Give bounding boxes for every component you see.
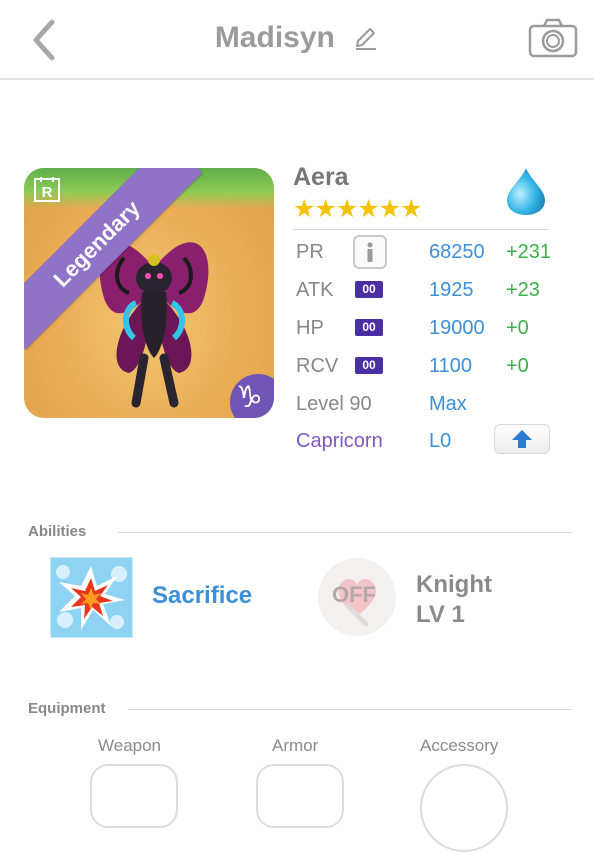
pencil-icon xyxy=(356,28,377,51)
weapon-label: Weapon xyxy=(98,736,162,755)
stat-value-atk: 1925 xyxy=(429,279,474,301)
stat-badge-rcv: 00 xyxy=(355,357,383,374)
info-icon xyxy=(367,242,373,262)
capricorn-icon: ♑ xyxy=(236,381,263,414)
divider xyxy=(293,229,549,230)
leader-skill-name: Knight xyxy=(416,571,492,598)
explosion-icon xyxy=(56,565,127,630)
edit-name-button[interactable] xyxy=(353,25,379,51)
zodiac-level: L0 xyxy=(429,430,452,452)
stat-badge-hp: 00 xyxy=(355,319,383,336)
armor-slot[interactable] xyxy=(256,764,344,828)
abilities-section-title: Abilities xyxy=(28,523,87,540)
upgrade-button[interactable] xyxy=(494,424,550,454)
camera-icon xyxy=(528,18,578,58)
stat-label-atk: ATK xyxy=(296,279,334,301)
skill-name: Sacrifice xyxy=(152,582,253,609)
armor-label: Armor xyxy=(272,736,319,755)
leader-skill-level: LV 1 xyxy=(416,601,465,628)
page-title-row: Madisyn xyxy=(0,20,594,55)
abilities-divider xyxy=(118,532,572,533)
stat-bonus-atk: +23 xyxy=(506,279,540,301)
equipment-section-title: Equipment xyxy=(28,700,106,717)
stat-bonus-rcv: +0 xyxy=(506,355,529,377)
water-drop-icon xyxy=(507,168,545,215)
leader-name-block: Knight LV 1 xyxy=(416,570,492,630)
arrow-up-icon xyxy=(512,430,532,448)
star-rating: ★★★★★★ xyxy=(293,195,422,223)
level-value: Max xyxy=(429,393,467,415)
info-button[interactable] xyxy=(353,235,387,269)
weapon-slot[interactable] xyxy=(90,764,178,828)
monster-card[interactable]: Legendary R ♑ xyxy=(24,168,274,418)
stat-value-pr: 68250 xyxy=(429,241,485,263)
svg-text:R: R xyxy=(42,184,53,201)
stat-label-pr: PR xyxy=(296,241,324,263)
zodiac-label: Capricorn xyxy=(296,430,383,452)
monster-name: Aera xyxy=(293,163,349,191)
rarity-r-icon: R xyxy=(34,177,60,202)
accessory-slot[interactable] xyxy=(420,764,508,852)
stat-value-rcv: 1100 xyxy=(429,355,473,377)
equipment-divider xyxy=(128,709,572,710)
camera-button[interactable] xyxy=(528,18,578,58)
stat-badge-atk: 00 xyxy=(355,281,383,298)
stat-label-rcv: RCV xyxy=(296,355,339,377)
stat-value-hp: 19000 xyxy=(429,317,485,339)
leader-status: OFF xyxy=(332,582,376,607)
stat-bonus-pr: +231 xyxy=(506,241,552,263)
level-label: Level 90 xyxy=(296,393,372,415)
page-title: Madisyn xyxy=(214,21,335,55)
skill-icon[interactable] xyxy=(50,557,133,638)
accessory-label: Accessory xyxy=(420,736,499,755)
stat-bonus-hp: +0 xyxy=(506,317,529,339)
stat-label-hp: HP xyxy=(296,317,324,339)
